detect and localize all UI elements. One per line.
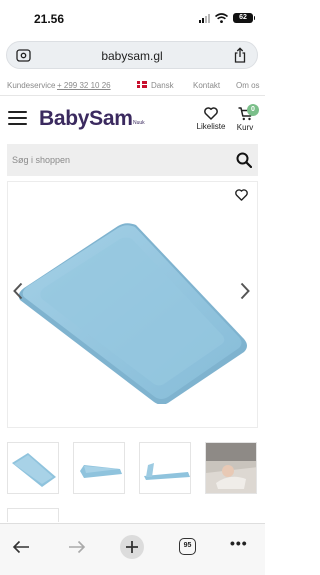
tabs-icon[interactable]: 95 bbox=[179, 538, 196, 555]
search-input[interactable] bbox=[7, 144, 217, 176]
contact-link[interactable]: Kontakt bbox=[193, 81, 220, 90]
heart-icon bbox=[204, 107, 218, 120]
thumbnail-4[interactable] bbox=[205, 442, 257, 494]
about-link[interactable]: Om os bbox=[236, 81, 260, 90]
signal-icon bbox=[199, 13, 210, 23]
product-image-changing-mat[interactable] bbox=[18, 204, 253, 404]
site-header: BabySam Nuuk Likeliste 0 Kurv bbox=[0, 97, 265, 141]
logo[interactable]: BabySam bbox=[39, 107, 133, 131]
product-gallery bbox=[7, 181, 258, 428]
url-text[interactable]: babysam.gl bbox=[7, 49, 257, 63]
more-icon[interactable]: ••• bbox=[230, 536, 248, 554]
cart-label: Kurv bbox=[236, 123, 254, 132]
search-icon[interactable] bbox=[236, 152, 252, 168]
utility-bar: Kundeservice + 299 32 10 26 Dansk Kontak… bbox=[0, 74, 265, 96]
customer-service-link[interactable]: Kundeservice bbox=[7, 81, 55, 90]
menu-icon[interactable] bbox=[8, 111, 27, 125]
phone-link[interactable]: + 299 32 10 26 bbox=[57, 81, 111, 90]
search-box bbox=[7, 144, 258, 176]
chevron-left-icon[interactable] bbox=[13, 282, 23, 300]
thumbnail-5[interactable] bbox=[7, 508, 59, 522]
share-icon[interactable] bbox=[233, 47, 247, 63]
cart-button[interactable]: 0 Kurv bbox=[233, 104, 259, 132]
wishlist-label: Likeliste bbox=[196, 122, 226, 131]
status-icons: 62 bbox=[199, 12, 255, 24]
plus-icon bbox=[126, 541, 138, 553]
browser-toolbar: 95 ••• bbox=[0, 523, 265, 575]
thumbnail-1[interactable] bbox=[7, 442, 59, 494]
heart-icon[interactable] bbox=[235, 189, 248, 201]
logo-subtext: Nuuk bbox=[133, 120, 145, 126]
thumbnail-strip bbox=[7, 442, 265, 496]
thumbnail-2[interactable] bbox=[73, 442, 125, 494]
wishlist-button[interactable]: Likeliste bbox=[196, 107, 226, 131]
wifi-icon bbox=[215, 13, 228, 23]
cart-count-badge: 0 bbox=[247, 104, 259, 116]
new-tab-button[interactable] bbox=[120, 535, 144, 559]
thumbnail-3[interactable] bbox=[139, 442, 191, 494]
flag-icon bbox=[137, 81, 147, 88]
back-icon[interactable] bbox=[12, 540, 30, 554]
status-bar: 21.56 62 bbox=[0, 0, 265, 36]
battery-icon: 62 bbox=[233, 13, 255, 23]
status-time: 21.56 bbox=[34, 12, 65, 26]
address-bar[interactable]: babysam.gl bbox=[6, 41, 258, 69]
chevron-right-icon[interactable] bbox=[240, 282, 250, 300]
forward-icon[interactable] bbox=[68, 540, 86, 554]
language-link[interactable]: Dansk bbox=[151, 81, 174, 90]
